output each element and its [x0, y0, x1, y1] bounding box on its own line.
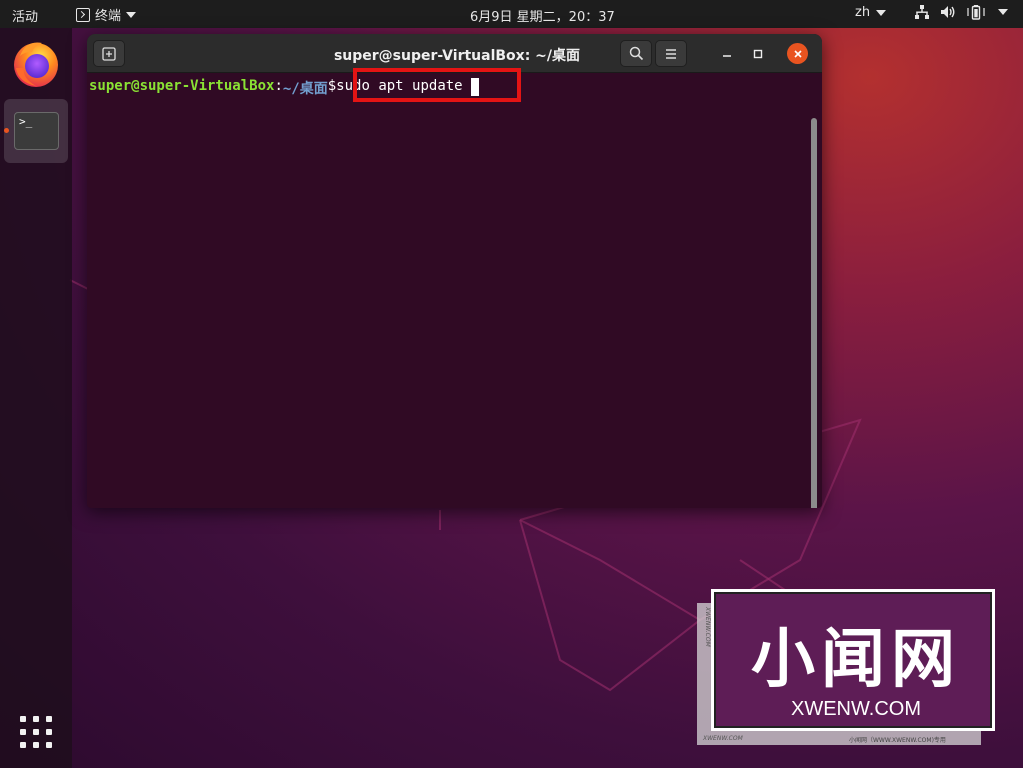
- input-method-menu[interactable]: zh: [855, 5, 887, 20]
- dock-item-firefox[interactable]: [12, 38, 60, 88]
- language-label: zh: [855, 5, 871, 20]
- maximize-icon: [753, 49, 763, 59]
- close-button[interactable]: [787, 43, 808, 64]
- terminal-icon: >_: [14, 112, 59, 150]
- app-menu-label: 终端: [95, 9, 122, 24]
- running-indicator: [4, 128, 9, 133]
- firefox-icon: [14, 42, 58, 87]
- terminal-window: super@super-VirtualBox: ~/桌面 super@super…: [87, 34, 822, 508]
- watermark-domain: XWENW.COM: [791, 698, 921, 720]
- system-tray[interactable]: [914, 4, 1008, 20]
- dock-item-terminal[interactable]: >_: [4, 99, 68, 163]
- clock[interactable]: 6月9日 星期二，20：37: [470, 6, 615, 25]
- maximize-button[interactable]: [748, 44, 768, 64]
- watermark-bottom-left: XWENW.COM: [703, 735, 743, 742]
- watermark-side-text: XWENW.COM: [704, 607, 711, 647]
- dock: >_: [0, 28, 72, 768]
- volume-icon: [941, 6, 955, 18]
- prompt-user-host: super@super-VirtualBox: [89, 78, 275, 94]
- close-icon: [793, 49, 802, 58]
- command-highlight-box: [353, 68, 521, 102]
- network-icon: [915, 5, 929, 19]
- search-icon: [629, 46, 643, 61]
- minimize-button[interactable]: [717, 44, 737, 64]
- search-button[interactable]: [620, 40, 652, 67]
- prompt-symbol: $: [327, 78, 337, 94]
- terminal-output[interactable]: super@super-VirtualBox: ~/桌面 $ sudo apt up…: [87, 74, 822, 508]
- prompt-colon: :: [274, 78, 283, 94]
- watermark-bottom-right: 小闻网（WWW.XWENW.COM)专用: [849, 737, 946, 744]
- window-title: super@super-VirtualBox: ~/桌面: [333, 48, 581, 64]
- new-tab-icon: [102, 46, 116, 61]
- watermark-logo: XWENW.COM XWENW.COM 小闻网（WWW.XWENW.COM)专用…: [697, 587, 997, 745]
- terminal-app-icon: [76, 7, 90, 22]
- watermark-title: 小闻网: [751, 623, 961, 697]
- chevron-down-icon: [998, 9, 1008, 15]
- watermark-panel: 小闻网 XWENW.COM: [711, 589, 995, 731]
- battery-icon: [967, 5, 985, 20]
- hamburger-menu-icon: [666, 48, 676, 59]
- app-menu[interactable]: 终端: [76, 5, 137, 24]
- show-applications-icon[interactable]: [20, 716, 52, 748]
- activities-button[interactable]: 活动: [12, 6, 38, 25]
- top-bar: 活动 终端 6月9日 星期二，20：37 zh: [0, 0, 1023, 28]
- menu-button[interactable]: [655, 40, 687, 67]
- new-tab-button[interactable]: [93, 40, 125, 67]
- chevron-down-icon: [126, 11, 137, 18]
- chevron-down-icon: [876, 9, 887, 16]
- prompt-path: ~/桌面: [282, 81, 328, 97]
- scrollbar[interactable]: [811, 118, 817, 508]
- minimize-icon: [723, 55, 731, 57]
